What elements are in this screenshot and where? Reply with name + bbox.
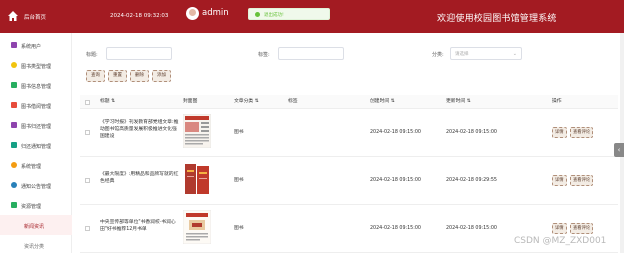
newspaper-cover-image [183,114,211,148]
toast-message: 退出成功! [264,13,284,18]
folder-icon [11,202,17,208]
table-row: 《学习时报》刊发教育部党组文章:推动图书馆高质量发展积极推进文化强国建设 图书 … [80,109,618,157]
table-header [80,95,618,109]
sidebar-item-return-notice[interactable]: 归还通知管理 [0,135,72,155]
poster-cover-image [183,210,211,244]
home-icon[interactable] [7,10,19,22]
detail-button[interactable]: 详情 [552,223,567,234]
sidebar-item-borrow[interactable]: 图书借阅管理 [0,95,72,115]
category-select[interactable]: 请选择 ⌄ [450,47,522,60]
row-created: 2024-02-18 09:15:00 [370,130,421,135]
column-header-actions: 操作 [552,99,562,104]
tag-icon [11,62,17,68]
row-updated: 2024-02-18 09:29:55 [446,178,497,183]
username[interactable]: admin [202,8,229,18]
view-comments-button[interactable]: 查看评论 [570,223,594,234]
query-button[interactable]: 查询 [86,70,105,82]
row-title[interactable]: 《最大限度》:用精品和品牌写就的红色经典 [100,171,180,185]
sidebar-item-system-users[interactable]: 系统用户 [0,35,72,55]
watermark: CSDN @MZ_ZXD001 [514,236,607,246]
row-category: 图书 [234,178,244,183]
title-filter-input[interactable] [106,47,172,60]
sidebar-item-news[interactable]: 新闻资讯 [0,215,72,235]
row-created: 2024-02-18 09:15:00 [370,178,421,183]
sidebar-item-label: 资讯分类 [24,244,45,250]
column-header-category[interactable]: 文章分类 ⇅ [234,95,259,109]
success-toast: 退出成功! [248,8,330,20]
row-checkbox[interactable] [85,178,90,183]
chevron-down-icon: ⌄ [512,51,517,57]
red-books-cover-image [183,162,211,196]
notice-icon [11,142,17,148]
tag-filter-input[interactable] [278,47,344,60]
row-updated: 2024-02-18 09:15:00 [446,226,497,231]
row-category: 图书 [234,226,244,231]
reset-button[interactable]: 重置 [108,70,127,82]
column-header-title[interactable]: 标题 ⇅ [100,95,115,109]
borrow-icon [11,102,17,108]
gear-icon [11,162,17,168]
sidebar-item-book-types[interactable]: 图书类型管理 [0,55,72,75]
current-datetime: 2024-02-18 09:32:03 [110,13,169,19]
column-header-tag: 标签 [288,99,298,104]
delete-button[interactable]: 删除 [130,70,149,82]
row-created: 2024-02-18 09:15:00 [370,226,421,231]
chevron-left-icon[interactable]: ‹ [614,143,624,157]
view-comments-button[interactable]: 查看评论 [570,175,594,186]
row-checkbox[interactable] [85,226,90,231]
table-row: 《最大限度》:用精品和品牌写就的红色经典 图书 2024-02-18 09:15… [80,157,618,205]
sidebar-item-label: 新闻资讯 [24,224,45,230]
sidebar-item-return[interactable]: 图书归还管理 [0,115,72,135]
category-filter-label: 分类: [432,52,444,58]
sidebar-item-label: 系统用户 [21,44,42,50]
sidebar-item-label: 归还通知管理 [21,144,52,150]
sidebar-item-label: 通知公告管理 [21,184,52,190]
detail-button[interactable]: 详情 [552,127,567,138]
sidebar-item-label: 资源管理 [21,204,42,210]
sidebar-item-label: 图书归还管理 [21,124,52,130]
row-title[interactable]: 《学习时报》刊发教育部党组文章:推动图书馆高质量发展积极推进文化强国建设 [100,119,180,140]
bell-icon [11,182,17,188]
sidebar-item-announcements[interactable]: 通知公告管理 [0,175,72,195]
avatar[interactable] [186,7,199,20]
main-content: 标题: 标签: 分类: 请选择 ⌄ 查询 重置 删除 添加 标题 ⇅ 封面图 文… [72,33,624,253]
row-updated: 2024-02-18 09:15:00 [446,130,497,135]
sidebar-item-label: 图书信息管理 [21,84,52,90]
sidebar-item-label: 系统管理 [21,164,42,170]
sidebar: 系统用户 图书类型管理 图书信息管理 图书借阅管理 图书归还管理 归还通知管理 … [0,33,72,253]
view-comments-button[interactable]: 查看评论 [570,127,594,138]
sidebar-item-news-category[interactable]: 资讯分类 [0,235,72,253]
return-icon [11,122,17,128]
column-header-created[interactable]: 创建时间 ⇅ [370,95,395,109]
sidebar-item-label: 图书类型管理 [21,64,52,70]
row-title[interactable]: 中央宣传部等单位"书香润校·书润心田"好书推荐12月书单 [100,219,180,233]
sidebar-item-book-info[interactable]: 图书信息管理 [0,75,72,95]
book-icon [11,82,17,88]
column-header-updated[interactable]: 更新时间 ⇅ [446,95,471,109]
row-checkbox[interactable] [85,130,90,135]
success-icon [255,12,260,17]
row-category: 图书 [234,130,244,135]
column-header-cover: 封面图 [183,99,198,104]
system-title: 欢迎使用校园图书馆管理系统 [437,14,557,24]
users-icon [11,42,17,48]
sidebar-item-label: 图书借阅管理 [21,104,52,110]
home-link[interactable]: 后台首页 [24,13,46,21]
title-filter-label: 标题: [86,52,98,58]
sidebar-item-resources[interactable]: 资源管理 [0,195,72,215]
sidebar-item-system[interactable]: 系统管理 [0,155,72,175]
select-all-checkbox[interactable] [85,100,90,105]
add-button[interactable]: 添加 [152,70,171,82]
tag-filter-label: 标签: [258,52,270,58]
detail-button[interactable]: 详情 [552,175,567,186]
category-select-value: 请选择 [455,52,469,57]
